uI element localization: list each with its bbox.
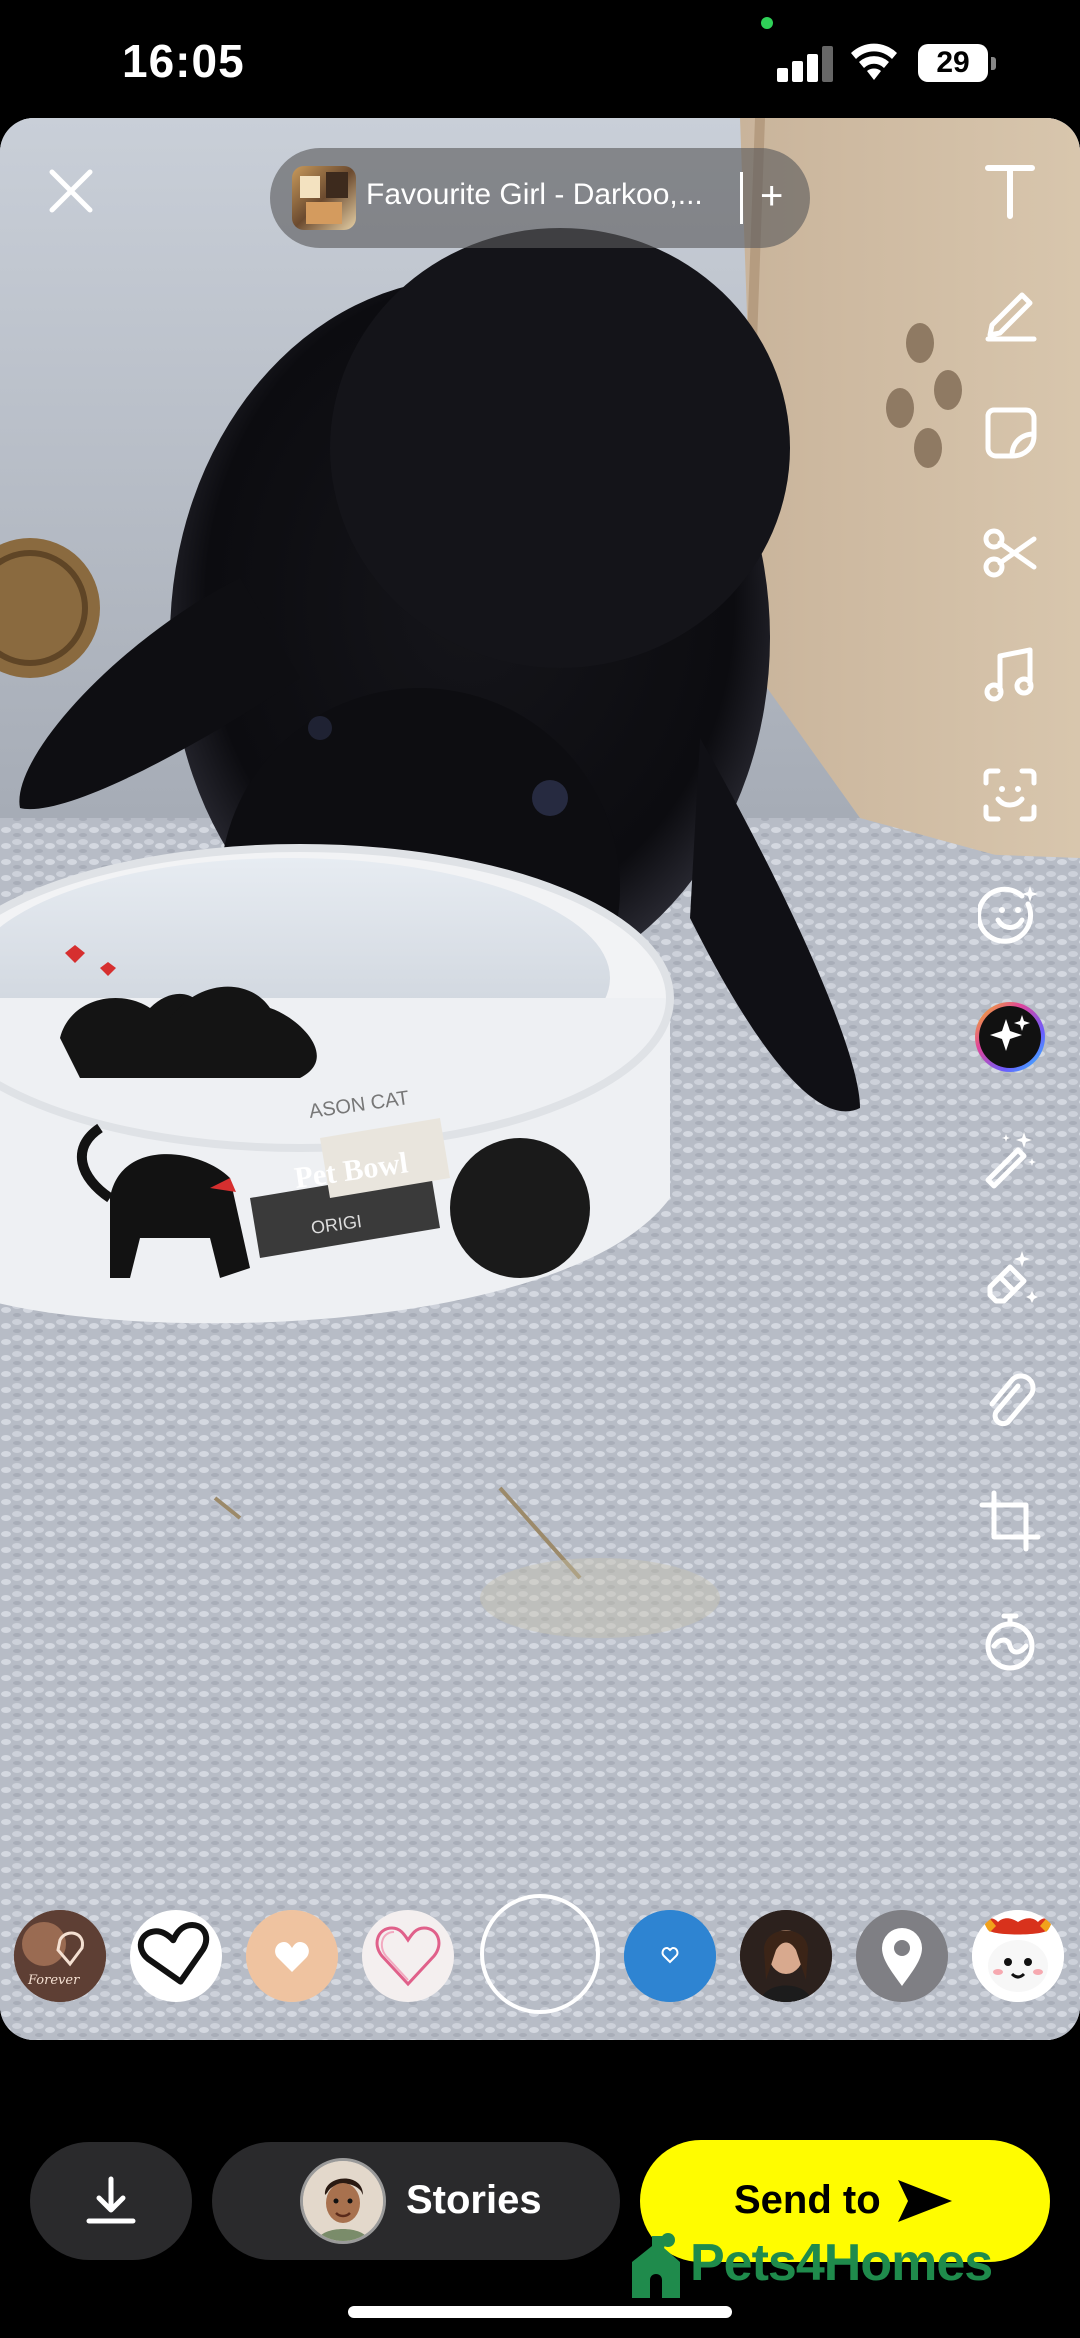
location-pin-icon[interactable]: [856, 1910, 948, 2002]
magic-eraser-icon[interactable]: [966, 1235, 1054, 1323]
capture-ring[interactable]: [480, 1894, 600, 2014]
pink-heart-icon[interactable]: [362, 1910, 454, 2002]
download-icon: [86, 2176, 136, 2224]
lens-carousel: Forever: [0, 1892, 1080, 2022]
smiley-sparkle-icon[interactable]: [966, 872, 1054, 960]
send-to-label: Send to: [734, 2178, 881, 2222]
portrait-lens[interactable]: [740, 1910, 832, 2002]
bitmoji-avatar: [300, 2158, 386, 2244]
text-icon[interactable]: [966, 146, 1054, 234]
camera-in-use-indicator: [761, 17, 773, 29]
small-heart-icon[interactable]: [624, 1910, 716, 2002]
download-button[interactable]: [30, 2142, 192, 2260]
pencil-icon[interactable]: [966, 267, 1054, 355]
battery-level: 29: [918, 44, 988, 82]
wifi-icon: [851, 43, 897, 80]
cellular-signal-icon: [777, 46, 833, 82]
stories-label: Stories: [406, 2178, 542, 2222]
sparkle-icon[interactable]: [966, 993, 1054, 1081]
album-art-thumbnail: [292, 166, 356, 230]
send-arrow-icon: [898, 2180, 952, 2222]
crop-icon[interactable]: [966, 1477, 1054, 1565]
sticker-icon[interactable]: [966, 388, 1054, 476]
photo-canvas[interactable]: Pet Bowl ASON CAT ORIGI Favourite Girl -…: [0, 118, 1080, 2040]
music-title: Favourite Girl - Darkoo,...: [366, 178, 703, 211]
snap-editor-screen: 16:05 29 Pet Bowl ASON CAT ORIGI Favouri…: [0, 0, 1080, 2338]
svg-text:Forever: Forever: [27, 1973, 80, 1988]
add-music-button[interactable]: +: [760, 170, 783, 222]
timer-icon[interactable]: [966, 1598, 1054, 1686]
status-bar: 16:05 29: [0, 0, 1080, 118]
music-note-icon[interactable]: [966, 630, 1054, 718]
watermark: Pets4Homes: [628, 2228, 993, 2298]
home-indicator[interactable]: [348, 2306, 732, 2318]
bunny-photo: Pet Bowl ASON CAT ORIGI: [0, 118, 1080, 2040]
white-heart-icon[interactable]: [246, 1910, 338, 2002]
stories-button[interactable]: Stories: [212, 2142, 620, 2260]
music-attachment-pill[interactable]: Favourite Girl - Darkoo,... +: [270, 148, 810, 248]
music-divider: [740, 172, 743, 224]
scan-icon[interactable]: [966, 751, 1054, 839]
photo-heart-lens[interactable]: Forever: [14, 1910, 106, 2002]
close-icon[interactable]: [36, 156, 106, 226]
battery-icon: 29: [918, 44, 998, 82]
paperclip-icon[interactable]: [966, 1356, 1054, 1444]
scissors-icon[interactable]: [966, 509, 1054, 597]
status-time: 16:05: [122, 35, 245, 87]
watermark-text: Pets4Homes: [690, 2234, 993, 2292]
magic-wand-icon[interactable]: [966, 1114, 1054, 1202]
outline-heart-icon[interactable]: [130, 1910, 222, 2002]
devil-face-icon[interactable]: [972, 1910, 1064, 2002]
pets4homes-logo: [632, 2233, 680, 2298]
